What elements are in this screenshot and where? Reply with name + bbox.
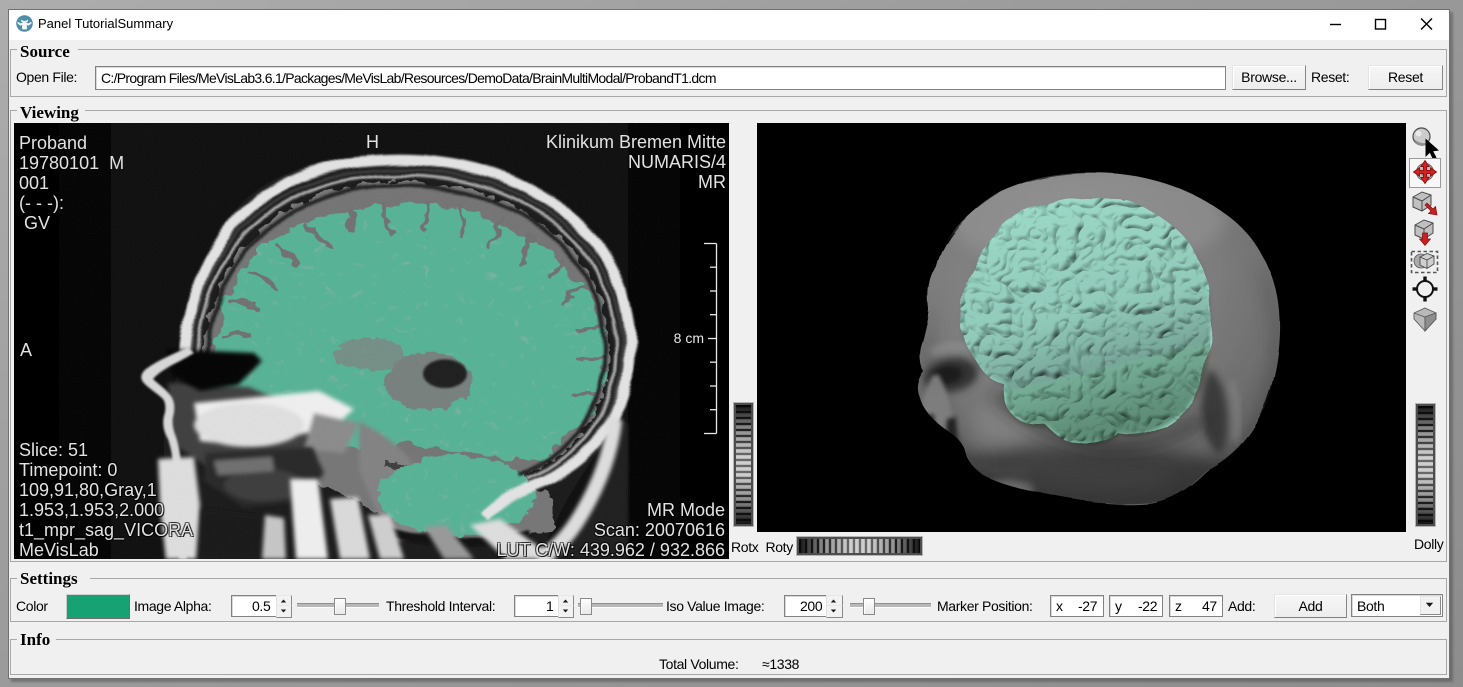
- svg-text:8 cm: 8 cm: [674, 330, 704, 346]
